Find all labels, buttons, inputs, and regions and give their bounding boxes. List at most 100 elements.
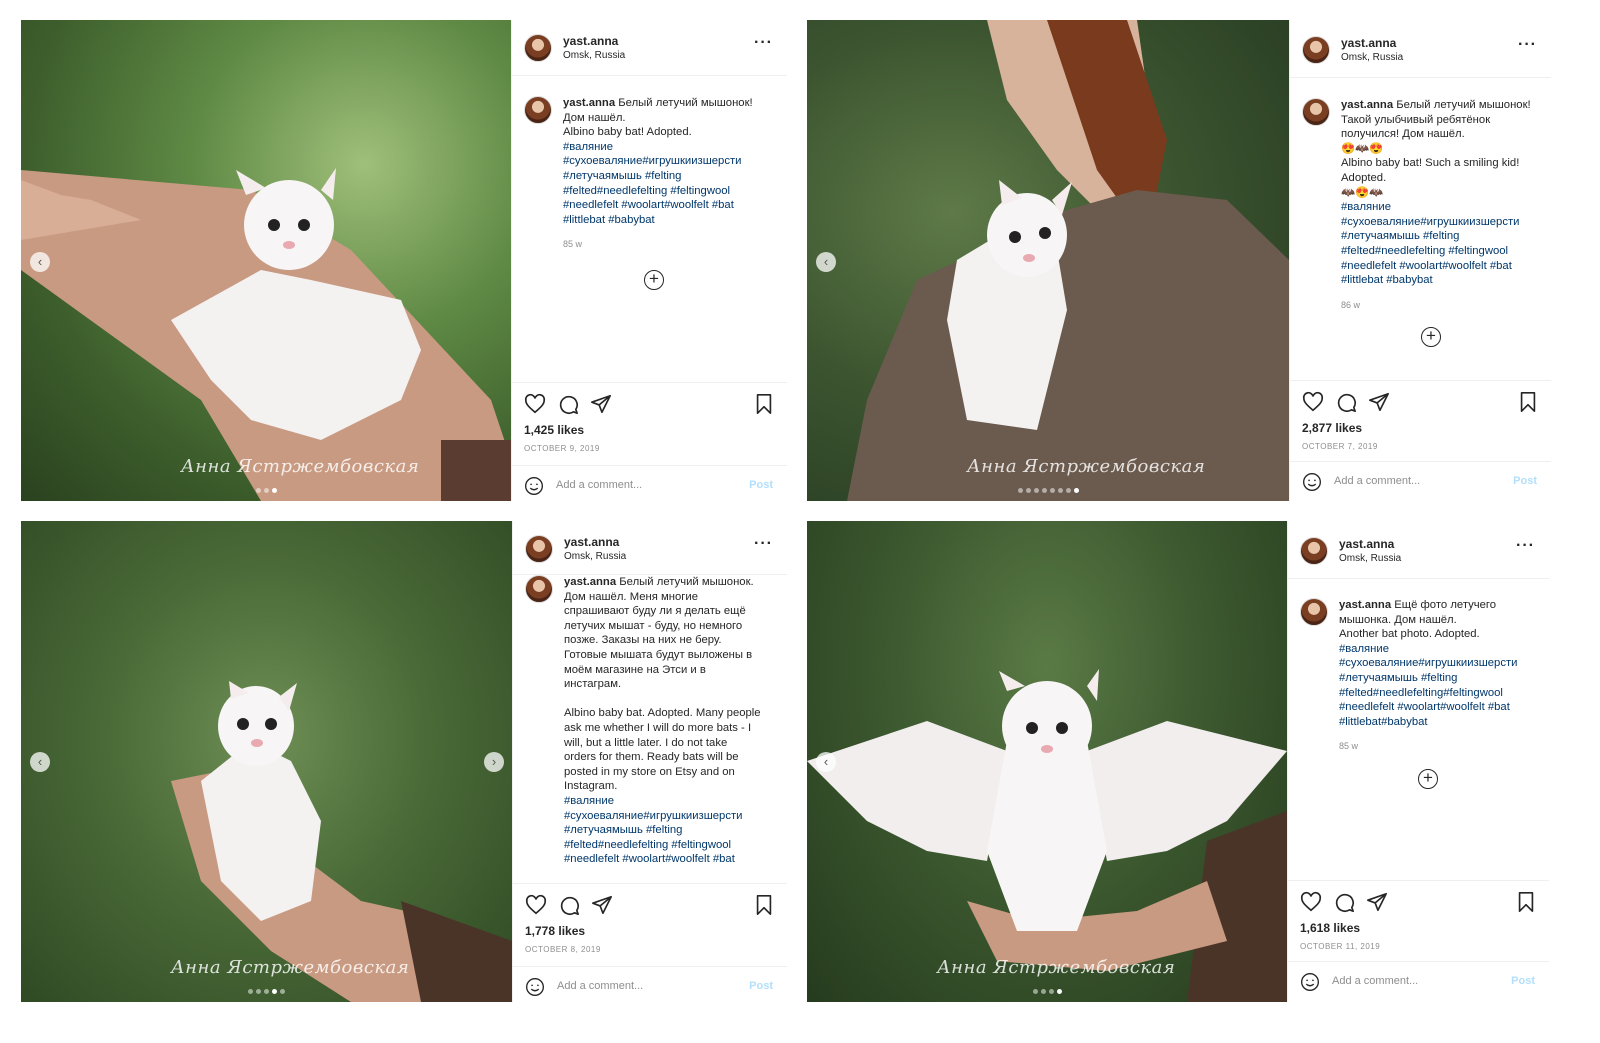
more-options-icon[interactable]: ··· bbox=[1518, 36, 1537, 54]
comment-input[interactable]: Add a comment... bbox=[1334, 475, 1420, 487]
bookmark-icon[interactable] bbox=[1515, 891, 1537, 913]
username[interactable]: yast.anna bbox=[563, 34, 618, 48]
heart-icon[interactable] bbox=[1300, 891, 1322, 913]
avatar[interactable] bbox=[524, 96, 552, 124]
username[interactable]: yast.anna bbox=[1341, 36, 1396, 50]
avatar[interactable] bbox=[1300, 537, 1328, 565]
avatar[interactable] bbox=[525, 575, 553, 603]
caption-username[interactable]: yast.anna bbox=[1341, 99, 1393, 111]
location[interactable]: Omsk, Russia bbox=[1339, 553, 1401, 564]
caption-username[interactable]: yast.anna bbox=[1339, 599, 1391, 611]
prev-photo-button[interactable]: ‹ bbox=[30, 252, 50, 272]
comment-input[interactable]: Add a comment... bbox=[556, 479, 642, 491]
avatar[interactable] bbox=[1302, 36, 1330, 64]
post-comment-button[interactable]: Post bbox=[1513, 475, 1537, 487]
prev-photo-button[interactable]: ‹ bbox=[816, 752, 836, 772]
carousel-dots bbox=[21, 987, 512, 994]
like-count[interactable]: 1,618 likes bbox=[1300, 921, 1360, 935]
username[interactable]: yast.anna bbox=[564, 535, 619, 549]
post-3: ‹ › Анна Ястржембовская yast.anna Omsk, … bbox=[21, 521, 787, 1002]
caption-hashtags[interactable]: #валяние #сухоеваляние#игрушкиизшерсти #… bbox=[563, 140, 779, 228]
username[interactable]: yast.anna bbox=[1339, 537, 1394, 551]
post-comment-button[interactable]: Post bbox=[749, 479, 773, 491]
comment-input[interactable]: Add a comment... bbox=[1332, 975, 1418, 987]
caption-username[interactable]: yast.anna bbox=[564, 576, 616, 588]
post-age: 85 w bbox=[563, 239, 583, 250]
caption-body: Белый летучий мышонок! Такой улыбчивый р… bbox=[1341, 99, 1531, 199]
post-4: ‹ Анна Ястржембовская yast.anna Omsk, Ru… bbox=[807, 521, 1549, 1002]
caption-username[interactable]: yast.anna bbox=[563, 97, 615, 109]
post-photo[interactable]: ‹ Анна Ястржембовская bbox=[807, 521, 1287, 1002]
bookmark-icon[interactable] bbox=[753, 894, 775, 916]
share-icon[interactable] bbox=[1368, 391, 1390, 413]
post-sidebar: yast.anna Omsk, Russia ··· yast.anna Бел… bbox=[512, 521, 787, 1002]
post-1: ‹ Анна Ястржембовская yast.anna Omsk, Ru… bbox=[21, 20, 787, 501]
smile-icon[interactable] bbox=[525, 977, 545, 997]
location[interactable]: Omsk, Russia bbox=[564, 551, 626, 562]
post-date: OCTOBER 9, 2019 bbox=[524, 444, 600, 453]
next-photo-button[interactable]: › bbox=[484, 752, 504, 772]
action-bar: 1,425 likes OCTOBER 9, 2019 Add a commen… bbox=[512, 382, 787, 501]
post-photo[interactable]: ‹ Анна Ястржембовская bbox=[807, 20, 1289, 501]
plus-circle-icon[interactable]: + bbox=[1421, 327, 1441, 347]
action-bar: 1,618 likes OCTOBER 11, 2019 Add a comme… bbox=[1288, 880, 1549, 1002]
more-options-icon[interactable]: ··· bbox=[754, 535, 773, 553]
more-options-icon[interactable]: ··· bbox=[1516, 537, 1535, 555]
caption: yast.anna Белый летучий мышонок! Дом наш… bbox=[524, 96, 779, 276]
plus-circle-icon[interactable]: + bbox=[1418, 769, 1438, 789]
post-photo[interactable]: ‹ Анна Ястржембовская bbox=[21, 20, 511, 501]
like-count[interactable]: 2,877 likes bbox=[1302, 421, 1362, 435]
caption-hashtags[interactable]: #валяние #сухоеваляние#игрушкиизшерсти #… bbox=[564, 794, 779, 867]
post-date: OCTOBER 11, 2019 bbox=[1300, 942, 1381, 951]
like-count[interactable]: 1,778 likes bbox=[525, 924, 585, 938]
post-header: yast.anna Omsk, Russia ··· bbox=[513, 521, 787, 575]
heart-icon[interactable] bbox=[524, 393, 546, 415]
share-icon[interactable] bbox=[590, 393, 612, 415]
post-date: OCTOBER 8, 2019 bbox=[525, 945, 601, 954]
like-count[interactable]: 1,425 likes bbox=[524, 423, 584, 437]
comment-input[interactable]: Add a comment... bbox=[557, 980, 643, 992]
watermark: Анна Ястржембовская bbox=[171, 957, 410, 978]
avatar[interactable] bbox=[1302, 98, 1330, 126]
comment-icon[interactable] bbox=[557, 393, 579, 415]
caption-hashtags[interactable]: #валяние #сухоеваляние#игрушкиизшерсти #… bbox=[1341, 200, 1543, 288]
comment-bar: Add a comment... Post bbox=[512, 465, 787, 505]
location[interactable]: Omsk, Russia bbox=[563, 50, 625, 61]
bookmark-icon[interactable] bbox=[1517, 391, 1539, 413]
action-bar: 1,778 likes OCTOBER 8, 2019 Add a commen… bbox=[513, 883, 787, 1002]
comment-icon[interactable] bbox=[558, 894, 580, 916]
prev-photo-button[interactable]: ‹ bbox=[816, 252, 836, 272]
location[interactable]: Omsk, Russia bbox=[1341, 52, 1403, 63]
comment-icon[interactable] bbox=[1333, 891, 1355, 913]
smile-icon[interactable] bbox=[1302, 472, 1322, 492]
smile-icon[interactable] bbox=[524, 476, 544, 496]
bookmark-icon[interactable] bbox=[753, 393, 775, 415]
caption-body: Белый летучий мышонок. Дом нашёл. Меня м… bbox=[564, 576, 761, 793]
caption: yast.anna Белый летучий мышонок. Дом наш… bbox=[525, 575, 779, 883]
avatar[interactable] bbox=[1300, 598, 1328, 626]
share-icon[interactable] bbox=[1366, 891, 1388, 913]
photo-content bbox=[847, 20, 1289, 501]
post-comment-button[interactable]: Post bbox=[1511, 975, 1535, 987]
heart-icon[interactable] bbox=[525, 894, 547, 916]
carousel-dots bbox=[21, 486, 511, 493]
post-2: ‹ Анна Ястржембовская yast.anna Omsk, Ru… bbox=[807, 20, 1551, 501]
avatar[interactable] bbox=[525, 535, 553, 563]
caption: yast.anna Белый летучий мышонок! Такой у… bbox=[1302, 98, 1543, 308]
more-options-icon[interactable]: ··· bbox=[754, 34, 773, 52]
heart-icon[interactable] bbox=[1302, 391, 1324, 413]
comment-icon[interactable] bbox=[1335, 391, 1357, 413]
photo-content bbox=[21, 168, 511, 501]
smile-icon[interactable] bbox=[1300, 972, 1320, 992]
post-comment-button[interactable]: Post bbox=[749, 980, 773, 992]
post-date: OCTOBER 7, 2019 bbox=[1302, 442, 1378, 451]
plus-circle-icon[interactable]: + bbox=[644, 270, 664, 290]
share-icon[interactable] bbox=[591, 894, 613, 916]
post-photo[interactable]: ‹ › Анна Ястржембовская bbox=[21, 521, 512, 1002]
watermark: Анна Ястржембовская bbox=[181, 456, 420, 477]
post-header: yast.anna Omsk, Russia ··· bbox=[1288, 521, 1549, 579]
prev-photo-button[interactable]: ‹ bbox=[30, 752, 50, 772]
caption-hashtags[interactable]: #валяние #сухоеваляние#игрушкиизшерсти #… bbox=[1339, 642, 1541, 730]
action-bar: 2,877 likes OCTOBER 7, 2019 Add a commen… bbox=[1290, 380, 1551, 501]
avatar[interactable] bbox=[524, 34, 552, 62]
